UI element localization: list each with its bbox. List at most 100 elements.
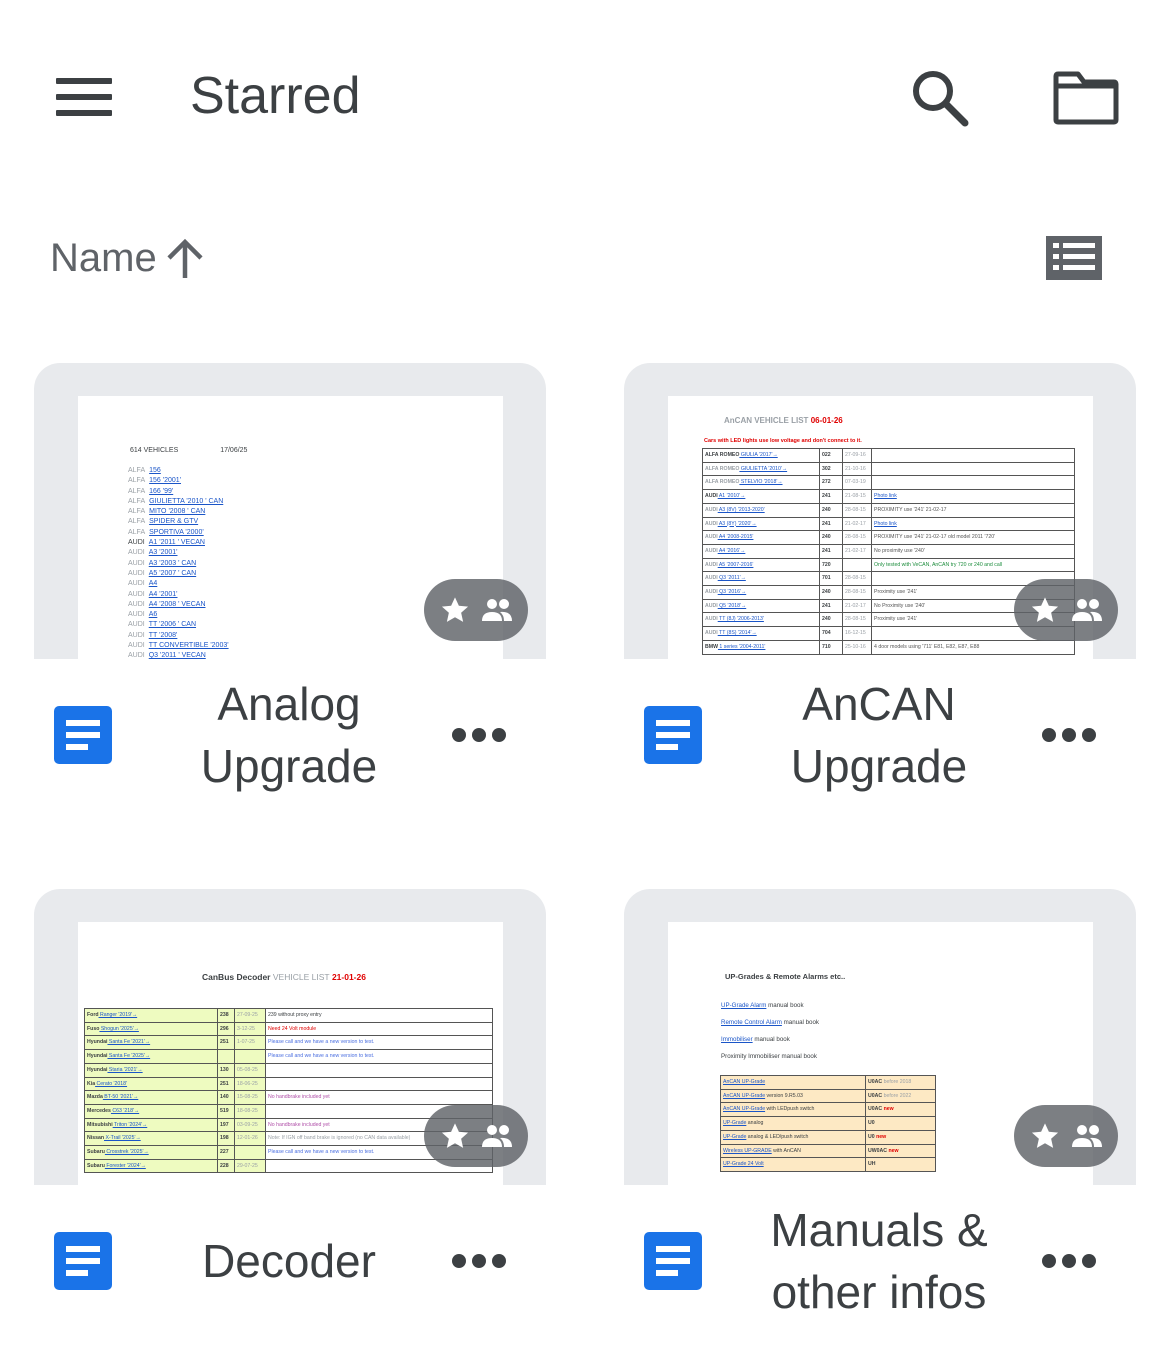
file-thumbnail[interactable]: AnCAN VEHICLE LIST 06-01-26 Cars with LE… (624, 363, 1136, 659)
preview-model: 1 series '2004-2011' (717, 643, 766, 650)
preview-make: AUDI (128, 539, 145, 547)
more-icon[interactable] (452, 725, 506, 745)
preview-model: GIULIETTA '2010'→ (739, 465, 788, 472)
preview-table-row: UP-Grade analog U0 (720, 1116, 936, 1131)
preview-item-link: AnCAN UP-Grade (723, 1092, 766, 1099)
preview-code-cell: 519 (217, 1103, 235, 1119)
preview-date-cell: 03-09-25 (234, 1117, 266, 1133)
page-title: Starred (190, 67, 361, 125)
more-icon[interactable] (1042, 1251, 1096, 1271)
list-view-icon[interactable] (1044, 234, 1104, 282)
file-card[interactable]: 614 VEHICLES 17/06/25 ALFA 156 ALFA 156 '20… (34, 363, 546, 803)
more-icon[interactable] (452, 1251, 506, 1271)
preview-vehicle-cell: AUDI A5 '2007-2016' (702, 557, 820, 573)
preview-note-cell: 239 without proxy entry (265, 1008, 493, 1023)
preview-make: ALFA (128, 528, 146, 536)
preview-row: AUDI A3 '2001' (128, 548, 229, 558)
preview-note: new (874, 1133, 887, 1140)
preview-make: Fuso (87, 1025, 100, 1032)
preview-note: before 2022 (882, 1092, 912, 1099)
preview-links: UP-Grade Alarm manual book Remote Control… (721, 997, 819, 1065)
preview-item-cell: AnCAN UP-Grade version 9.R5.03 (720, 1088, 866, 1104)
preview-heading: 614 VEHICLES (130, 447, 179, 454)
preview-make: ALFA (128, 487, 146, 495)
preview-make: BMW (705, 643, 718, 650)
preview-code-cell: 238 (217, 1008, 235, 1023)
preview-model: TT '2006 ' CAN (148, 621, 197, 629)
preview-note-cell (871, 461, 1075, 477)
preview-table-row: Ford Ranger '2019'→ 238 27-09-25 239 withou… (84, 1008, 493, 1023)
more-icon[interactable] (1042, 725, 1096, 745)
shared-icon (481, 1125, 512, 1147)
sort-button[interactable]: Name (50, 232, 205, 284)
preview-make: AUDI (128, 600, 145, 608)
preview-item-cell: AnCAN UP-Grade with LEDpush switch (720, 1102, 866, 1118)
preview-make: Mercedes (87, 1107, 111, 1114)
preview-link-row: Immobiliser manual book (721, 1031, 819, 1048)
preview-make: AUDI (128, 631, 145, 639)
search-icon[interactable] (908, 66, 972, 130)
preview-model: Forester '2024'→ (104, 1162, 146, 1169)
preview-date-cell (234, 1145, 266, 1160)
preview-make: AUDI (705, 520, 718, 527)
status-chip (1014, 579, 1118, 641)
preview-row: ALFA SPIDER & GTV (128, 517, 229, 527)
preview-note-cell: Please call and we have a new version to… (265, 1035, 493, 1051)
preview-model: Santa Fe '2025'→ (107, 1053, 151, 1060)
preview-vehicle-cell: AUDI A3 (8Y) '2020'→ (702, 516, 820, 532)
preview-item-extra: analog (746, 1120, 764, 1127)
preview-code-cell: 228 (217, 1158, 235, 1174)
preview-vehicle-cell: AUDI Q5 '2018'→ (702, 598, 820, 614)
preview-code-cell (217, 1049, 235, 1064)
preview-model: MITO '2008 ' CAN (149, 508, 206, 516)
preview-code-cell: 251 (217, 1076, 235, 1092)
preview-vehicle-cell: Kia Cerato '2018' (84, 1076, 218, 1092)
folder-icon[interactable] (1052, 68, 1120, 128)
preview-make: ALFA (128, 497, 146, 505)
file-card[interactable]: AnCAN VEHICLE LIST 06-01-26 Cars with LE… (624, 363, 1136, 803)
preview-row: ALFA 156 '2001' (128, 476, 229, 486)
file-card[interactable]: CanBus Decoder VEHICLE LIST 21-01-26 For… (34, 889, 546, 1329)
file-thumbnail[interactable]: UP-Grades & Remote Alarms etc.. UP-Grade… (624, 889, 1136, 1185)
preview-model: Triton '2024'→ (112, 1121, 148, 1128)
preview-make: AUDI (128, 569, 145, 577)
preview-model: TT (8J) '2006-2013' (717, 616, 764, 623)
preview-code-cell: 140 (217, 1090, 235, 1105)
preview-vehicle-cell: AUDI Q3 '2011'→ (702, 571, 820, 587)
preview-make: Subaru (87, 1149, 105, 1156)
preview-make: AUDI (128, 611, 145, 619)
preview-code-cell: 198 (217, 1131, 235, 1147)
google-docs-icon (54, 706, 112, 764)
sort-label: Name (50, 235, 157, 280)
preview-vehicle-cell: AUDI A4 '2016'→ (702, 543, 820, 559)
preview-row: AUDI TT CONVERTIBLE '2003' (128, 641, 229, 651)
preview-code-cell: 302 (819, 461, 843, 477)
preview-vehicle-cell: Mitsubishi Triton '2024'→ (84, 1117, 218, 1133)
preview-date-cell: 29-07-25 (234, 1158, 266, 1174)
preview-model: Q5 '2018'→ (717, 602, 747, 609)
file-thumbnail[interactable]: CanBus Decoder VEHICLE LIST 21-01-26 For… (34, 889, 546, 1185)
preview-vehicle-cell: AUDI TT (8J) '2006-2013' (702, 612, 820, 628)
preview-link: Remote Control Alarm (721, 1019, 782, 1026)
preview-model: TT (8S) '2014'→ (717, 630, 757, 637)
preview-code-cell: U0 (865, 1116, 936, 1131)
preview-table-row: Mazda BT-50 '2021'→ 140 15-08-25 No handbra… (84, 1090, 493, 1105)
preview-code-cell: 241 (819, 489, 843, 504)
preview-item-link: AnCAN UP-Grade (723, 1079, 766, 1085)
preview-table-row: AUDI A4 '2016'→ 241 21-02-17 No proximity u… (702, 543, 1075, 559)
preview-code: U0 (868, 1120, 875, 1127)
preview-table-row: Subaru Forester '2024'→ 228 29-07-25 (84, 1158, 493, 1174)
preview-date-cell: 07-03-19 (842, 475, 872, 491)
preview-make: Nissan (87, 1135, 105, 1142)
status-chip (1014, 1105, 1118, 1167)
file-card[interactable]: UP-Grades & Remote Alarms etc.. UP-Grade… (624, 889, 1136, 1329)
menu-icon[interactable] (56, 78, 112, 116)
preview-date-cell: 25-10-16 (842, 639, 872, 655)
preview-model: A3 '2001' (148, 549, 178, 557)
preview-note-cell: Need 24 Volt module (265, 1021, 493, 1037)
preview-date-cell: 27-09-25 (234, 1008, 266, 1023)
preview-vehicle-cell: AUDI A3 (8V) '2013-2020' (702, 502, 820, 518)
preview-row: AUDI A4 (128, 579, 229, 589)
file-thumbnail[interactable]: 614 VEHICLES 17/06/25 ALFA 156 ALFA 156 '20… (34, 363, 546, 659)
preview-link-text: manual book (781, 1019, 820, 1026)
